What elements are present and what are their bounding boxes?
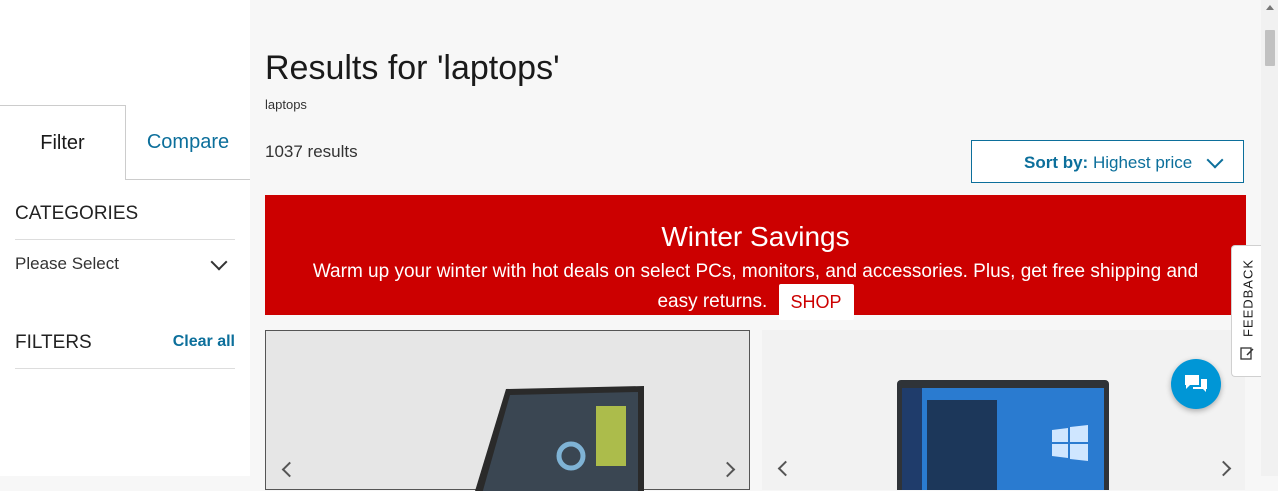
feedback-tab[interactable]: FEEDBACK [1231,245,1261,377]
sort-prefix: Sort by: [1024,153,1089,172]
chevron-down-icon [210,253,228,271]
edit-note-icon [1240,347,1254,360]
categories-select-value: Please Select [15,254,119,273]
categories-title: CATEGORIES [15,203,139,224]
sidebar: Filter Compare CATEGORIES Please Select … [0,0,250,476]
tab-filter[interactable]: Filter [0,105,126,180]
scroll-up-arrow-icon[interactable] [1266,5,1274,10]
scrollbar-thumb[interactable] [1265,30,1275,66]
banner-text-wrap: Warm up your winter with hot deals on se… [310,260,1201,320]
product-card[interactable] [265,330,750,491]
filters-title: FILTERS [15,332,92,353]
promo-banner: Winter Savings Warm up your winter with … [265,195,1246,320]
chevron-down-icon [1206,151,1224,169]
divider [15,239,235,240]
page-title: Results for 'laptops' [265,49,560,87]
chat-button[interactable] [1171,359,1221,409]
results-count: 1037 results [265,142,358,161]
sort-dropdown[interactable]: Sort by: Highest price [971,140,1244,183]
sidebar-tabs: Filter Compare [0,105,250,180]
sort-value: Highest price [1092,153,1193,172]
banner-title: Winter Savings [661,221,850,252]
chat-bubbles-icon [1185,375,1207,392]
scrollbar[interactable] [1261,0,1278,476]
laptop-image [475,386,644,491]
search-query: laptops [265,97,307,112]
shop-button[interactable]: SHOP [778,284,854,320]
feedback-label: FEEDBACK [1240,258,1256,338]
laptop-image [897,380,1109,490]
categories-select[interactable]: Please Select [15,253,235,276]
clear-all-link[interactable]: Clear all [173,333,235,351]
tab-compare[interactable]: Compare [126,105,250,180]
divider [15,368,235,369]
sort-label: Sort by: Highest price [1024,153,1192,173]
banner-text: Warm up your winter with hot deals on se… [312,261,1199,313]
product-card[interactable] [762,330,1245,490]
